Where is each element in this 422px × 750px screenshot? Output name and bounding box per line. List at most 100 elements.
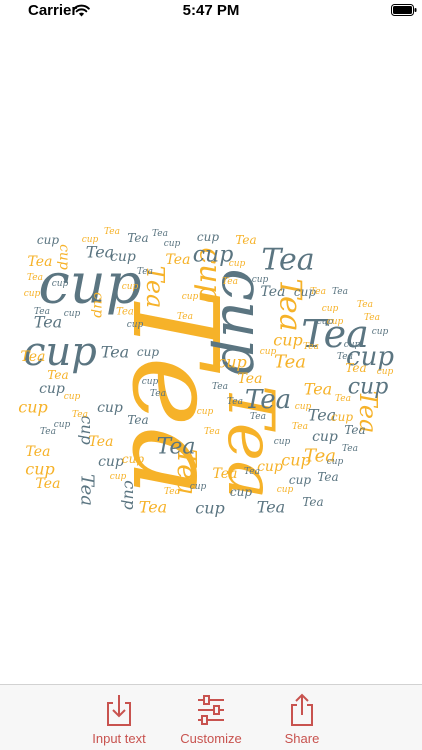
cloud-word: cup [137,345,159,359]
cloud-word: cup [52,279,69,289]
cloud-word: cup [37,233,59,247]
cloud-word: Tea [86,243,114,262]
cloud-word: Tea [222,277,238,287]
cloud-word: Tea [344,423,365,437]
cloud-word: Tea [345,361,366,375]
cloud-word: cup [197,230,219,244]
cloud-word: Tea [150,389,166,399]
cloud-word: Tea [101,343,129,362]
cloud-word: cup [182,292,199,302]
cloud-word: Tea [250,412,266,422]
cloud-word: cup [197,407,214,417]
cloud-word: Tea [303,342,319,352]
cloud-word: Tea [47,368,68,382]
cloud-word: Tea [139,498,167,517]
cloud-word: cup [64,309,81,319]
cloud-word: Tea [28,254,53,270]
cloud-word: Tea [212,382,228,392]
cloud-word: Tea [34,307,50,317]
cloud-word: Tea [36,476,61,492]
cloud-word: cup [24,289,41,299]
cloud-word: cup [344,340,361,350]
cloud-word: Tea [304,380,332,399]
cloud-word: Tea [227,397,243,407]
cloud-word: Tea [257,498,285,517]
cloud-word: cup [348,375,389,400]
clock-label: 5:47 PM [182,2,240,19]
cloud-word: Tea [137,267,153,277]
cloud-word: Tea [292,422,308,432]
cloud-word: cup [18,398,48,417]
cloud-word: Tea [166,252,191,268]
cloud-word: cup [127,320,144,330]
cloud-word: cup [82,235,99,245]
cloud-word: cup [164,239,181,249]
cloud-word: Tea [127,413,148,427]
cloud-word: cup [273,331,303,350]
cloud-word: Tea [40,427,56,437]
cloud-word: cup [121,480,140,510]
cloud-word: Tea [244,467,260,477]
cloud-word: cup [98,454,124,470]
cloud-word: cup [274,437,291,447]
cloud-word: Tea [302,495,323,509]
cloud-word: cup [312,429,338,445]
word-cloud: TeaTeacupcup cup Teacup TeacupTeaTeaTeacupT… [18,227,394,518]
cloud-word: Tea [238,371,263,387]
cloud-word: Tea [89,434,114,450]
cloud-word: Tea [127,231,148,245]
cloud-word: Tea [156,435,195,460]
cloud-word: cup [54,420,71,430]
cloud-word: Tea [213,466,238,482]
cloud-word: cup [195,499,225,518]
cloud-word: cup [190,482,207,492]
cloud-word: cup [322,304,339,314]
battery-icon [391,4,417,16]
cloud-word: cup [377,367,394,377]
cloud-word: Tea [27,273,43,283]
sliders-icon [198,695,224,725]
cloud-word: Tea [26,444,51,460]
cloud-word: Tea [150,320,166,330]
import-icon [107,695,131,726]
tab-bar: Input text Customize Share [0,684,422,750]
share-button[interactable]: Share [242,693,362,746]
cloud-word: cup [122,282,139,292]
cloud-word: Tea [261,243,314,278]
cloud-word: cup [97,400,123,416]
cloud-word: Tea [204,427,220,437]
cloud-word: Tea [310,287,326,297]
cloud-word: cup [331,410,353,424]
cloud-word: Tea [357,300,373,310]
share-icon [291,693,313,726]
cloud-word: cup [64,392,81,402]
cloud-word: Tea [261,284,286,300]
cloud-word: cup [372,327,389,337]
cloud-word: cup [277,485,294,495]
cloud-word: Tea [116,307,134,318]
cloud-word: Tea [177,312,193,322]
cloud-word: Tea [164,487,180,497]
cloud-word: Tea [337,352,353,362]
cloud-word: cup [122,452,144,466]
cloud-word: Tea [274,352,306,373]
cloud-word: cup [327,457,344,467]
cloud-word: Tea [104,227,120,237]
cloud-word: cup [229,259,246,269]
cloud-word: Tea [21,349,46,365]
cloud-word: cup [142,377,159,387]
cloud-word: Tea [77,474,98,506]
cloud-word: cup [217,353,247,372]
cloud-word: Tea [72,410,88,420]
cloud-word: Tea [364,313,380,323]
cloud-word: cup [295,402,312,412]
cloud-word: cup [110,472,127,482]
cloud-word: cup [257,459,283,475]
cloud-word: cup [39,381,65,397]
cloud-word: cup [252,275,269,285]
cloud-word: Tea [235,233,256,247]
cloud-word: Tea [342,444,358,454]
cloud-word: cup [193,243,234,268]
cloud-word: cup [230,485,252,499]
cloud-word: Tea [245,385,291,415]
